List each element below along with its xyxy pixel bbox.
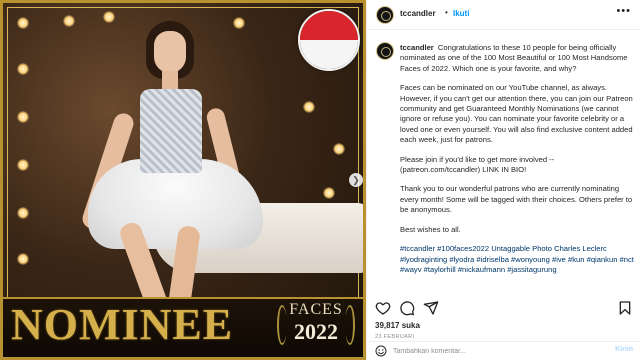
comment-bar: Kirim [367, 341, 640, 360]
vanity-bulb [17, 63, 29, 75]
caption-paragraph: Thank you to our wonderful patrons who a… [400, 184, 633, 215]
caption-hashtags[interactable]: #tccandler #100faces2022 Untaggable Phot… [400, 244, 634, 275]
vanity-bulb [17, 111, 29, 123]
action-bar [367, 299, 640, 319]
post-header: tccandler • Ikuti ••• [367, 0, 640, 30]
nominee-portrait [58, 21, 268, 317]
caption-username[interactable]: tccandler [400, 43, 434, 52]
comment-input[interactable] [393, 345, 603, 357]
vanity-bulb [333, 143, 345, 155]
caption-paragraph: Best wishes to all. [400, 224, 461, 234]
caption: tccandler Congratulations to these 10 pe… [367, 31, 640, 297]
vanity-bulb [17, 253, 29, 265]
emoji-icon[interactable] [375, 345, 387, 357]
post-image[interactable]: NOMINEE FACES 2022 ❯ [0, 0, 366, 360]
avatar[interactable] [376, 42, 394, 60]
vanity-bulb [17, 159, 29, 171]
vanity-bulb [303, 101, 315, 113]
nominee-banner: NOMINEE FACES 2022 [3, 297, 363, 357]
post-sidebar: tccandler • Ikuti ••• tccandler Congratu… [366, 0, 640, 360]
likes-count[interactable]: 39,817 suka [375, 321, 420, 330]
chevron-right-icon[interactable]: ❯ [349, 173, 363, 187]
share-icon[interactable] [423, 300, 439, 316]
vanity-bulb [323, 187, 335, 199]
comment-icon[interactable] [399, 300, 415, 316]
indonesia-flag-icon [298, 9, 360, 71]
caption-paragraph: Faces can be nominated on our YouTube ch… [400, 83, 633, 145]
post-comment-button[interactable]: Kirim [615, 346, 633, 353]
heart-icon[interactable] [375, 300, 391, 316]
vanity-bulb [17, 207, 29, 219]
separator-dot: • [445, 8, 448, 17]
avatar[interactable] [376, 6, 394, 24]
caption-text: tccandler Congratulations to these 10 pe… [400, 43, 634, 284]
laurel-left-icon [277, 305, 287, 345]
nominee-text: NOMINEE [11, 300, 234, 349]
vanity-bulb [17, 17, 29, 29]
post-date: 23 FEBRUARI [375, 334, 415, 340]
header-username[interactable]: tccandler [400, 9, 436, 18]
laurel-right-icon [345, 305, 355, 345]
follow-button[interactable]: Ikuti [453, 9, 469, 18]
more-options-icon[interactable]: ••• [616, 5, 631, 17]
bookmark-icon[interactable] [617, 300, 633, 316]
faces-2022-badge: FACES 2022 [271, 297, 361, 351]
caption-paragraph: Congratulations to these 10 people for b… [400, 43, 628, 73]
caption-paragraph: Please join if you'd like to get more in… [400, 154, 555, 175]
